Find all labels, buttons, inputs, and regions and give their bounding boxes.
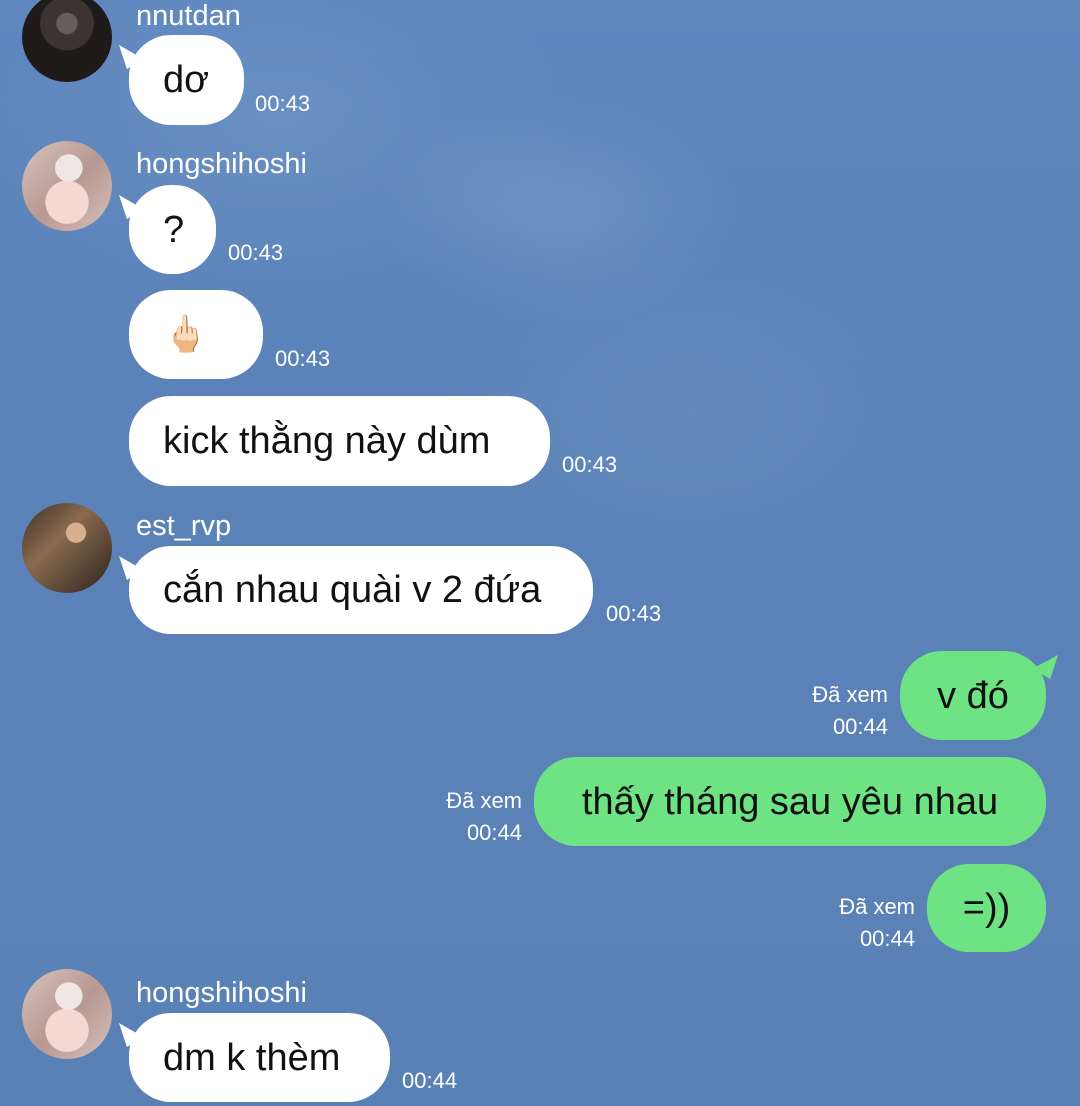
- message-time: 00:43: [606, 601, 662, 626]
- incoming-message-bubble[interactable]: ?: [129, 185, 216, 274]
- message-text: cắn nhau quài v 2 đứa: [163, 569, 542, 611]
- outgoing-message-bubble[interactable]: =)): [927, 864, 1046, 952]
- message-time: 00:44: [859, 926, 915, 951]
- read-status: Đã xem: [812, 682, 888, 707]
- message-time: 00:44: [466, 820, 522, 845]
- avatar[interactable]: [22, 141, 112, 231]
- message-time: 00:43: [228, 240, 284, 265]
- read-status: Đã xem: [839, 894, 915, 919]
- message-time: 00:44: [402, 1068, 458, 1093]
- sender-name: hongshihoshi: [136, 977, 307, 1009]
- message-time: 00:43: [255, 91, 311, 116]
- message-text: ?: [163, 208, 185, 251]
- avatar[interactable]: [22, 969, 112, 1059]
- message-text: v đó: [937, 674, 1009, 717]
- message-time: 00:43: [562, 452, 618, 477]
- sender-name: est_rvp: [136, 510, 232, 542]
- message-text: =)): [962, 887, 1011, 929]
- sender-name: nnutdan: [136, 0, 241, 32]
- read-status: Đã xem: [446, 788, 522, 813]
- emoji-message: 🖕🏻: [163, 313, 208, 355]
- incoming-message-bubble[interactable]: dơ: [129, 35, 244, 125]
- message-text: kick thằng này dùm: [163, 420, 491, 462]
- outgoing-message-bubble[interactable]: thấy tháng sau yêu nhau: [534, 757, 1046, 846]
- outgoing-message-bubble[interactable]: v đó: [900, 651, 1046, 740]
- message-text: dơ: [163, 59, 210, 101]
- sender-name: hongshihoshi: [136, 148, 307, 180]
- incoming-message-bubble[interactable]: cắn nhau quài v 2 đứa: [129, 546, 593, 634]
- message-text: dm k thèm: [163, 1036, 341, 1079]
- avatar[interactable]: [22, 503, 112, 593]
- avatar[interactable]: [22, 0, 112, 82]
- message-time: 00:43: [275, 346, 331, 371]
- incoming-message-bubble[interactable]: dm k thèm: [129, 1013, 390, 1102]
- incoming-message-bubble[interactable]: kick thằng này dùm: [129, 396, 550, 486]
- message-text: thấy tháng sau yêu nhau: [581, 780, 999, 823]
- incoming-message-bubble[interactable]: 🖕🏻: [129, 290, 263, 379]
- message-time: 00:44: [832, 714, 888, 739]
